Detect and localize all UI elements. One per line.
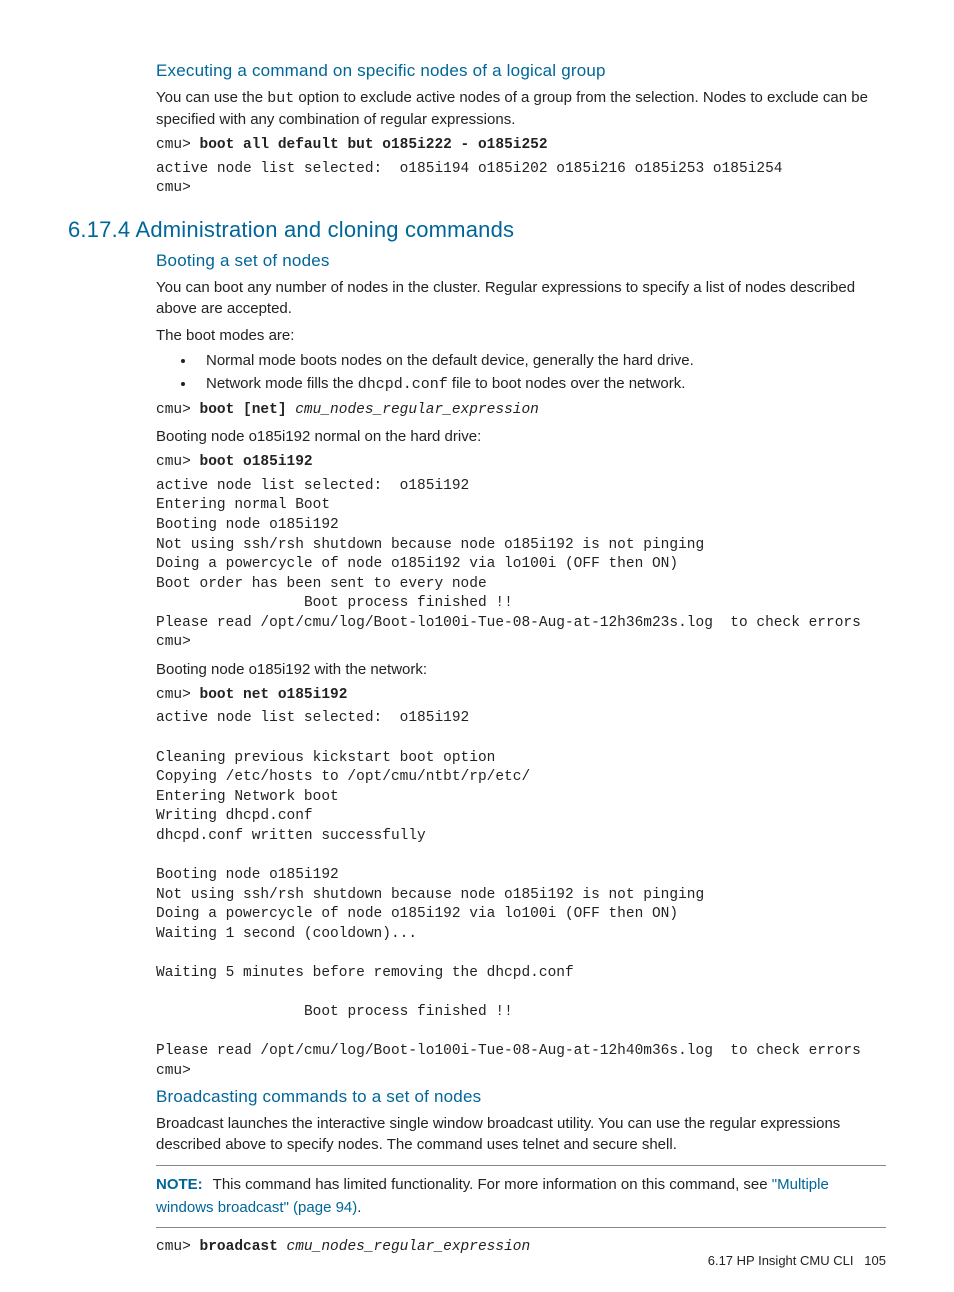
prompt: cmu> bbox=[156, 454, 200, 470]
prompt: cmu> bbox=[156, 687, 200, 703]
text: file to boot nodes over the network. bbox=[448, 375, 686, 392]
command: boot all default but o185i222 - o185i252 bbox=[200, 137, 548, 153]
inline-code: dhcpd.conf bbox=[358, 376, 448, 393]
paragraph: You can boot any number of nodes in the … bbox=[156, 277, 886, 319]
list-item: Network mode fills the dhcpd.conf file t… bbox=[196, 375, 886, 393]
page-number: 105 bbox=[864, 1253, 886, 1268]
code-output: active node list selected: o185i192 Ente… bbox=[156, 477, 886, 653]
text: You can use the bbox=[156, 89, 267, 106]
bullet-list: Normal mode boots nodes on the default d… bbox=[176, 352, 886, 393]
code-output: active node list selected: o185i194 o185… bbox=[156, 160, 886, 199]
inline-code: but bbox=[267, 90, 294, 107]
subheading-executing-command: Executing a command on specific nodes of… bbox=[156, 61, 886, 81]
note-text: This command has limited functionality. … bbox=[213, 1176, 772, 1193]
prompt: cmu> bbox=[156, 402, 200, 418]
code-block: cmu> boot [net] cmu_nodes_regular_expres… bbox=[156, 401, 886, 421]
text: Network mode fills the bbox=[206, 375, 358, 392]
paragraph: You can use the but option to exclude ac… bbox=[156, 87, 886, 130]
command: broadcast bbox=[200, 1239, 287, 1255]
note-text: . bbox=[357, 1199, 361, 1216]
footer-text: 6.17 HP Insight CMU CLI bbox=[708, 1253, 854, 1268]
command: boot o185i192 bbox=[200, 454, 313, 470]
prompt: cmu> bbox=[156, 137, 200, 153]
prompt: cmu> bbox=[156, 1239, 200, 1255]
paragraph: Booting node o185i192 normal on the hard… bbox=[156, 426, 886, 447]
page-footer: 6.17 HP Insight CMU CLI 105 bbox=[708, 1253, 886, 1268]
command: boot net o185i192 bbox=[200, 687, 348, 703]
note-label: NOTE: bbox=[156, 1176, 203, 1193]
code-output: active node list selected: o185i192 Clea… bbox=[156, 709, 886, 1081]
subheading-booting-nodes: Booting a set of nodes bbox=[156, 251, 886, 271]
argument: cmu_nodes_regular_expression bbox=[287, 1239, 531, 1255]
command: boot [net] bbox=[200, 402, 296, 418]
list-item: Normal mode boots nodes on the default d… bbox=[196, 352, 886, 369]
heading-admin-cloning: 6.17.4 Administration and cloning comman… bbox=[68, 217, 886, 243]
paragraph: Broadcast launches the interactive singl… bbox=[156, 1113, 886, 1155]
argument: cmu_nodes_regular_expression bbox=[295, 402, 539, 418]
page-container: Executing a command on specific nodes of… bbox=[0, 0, 954, 1292]
paragraph: Booting node o185i192 with the network: bbox=[156, 659, 886, 680]
code-block: cmu> boot o185i192 bbox=[156, 453, 886, 473]
note-block: NOTE: This command has limited functional… bbox=[156, 1165, 886, 1228]
code-block: cmu> boot all default but o185i222 - o18… bbox=[156, 136, 886, 156]
code-block: cmu> boot net o185i192 bbox=[156, 686, 886, 706]
paragraph: The boot modes are: bbox=[156, 325, 886, 346]
subheading-broadcasting: Broadcasting commands to a set of nodes bbox=[156, 1087, 886, 1107]
